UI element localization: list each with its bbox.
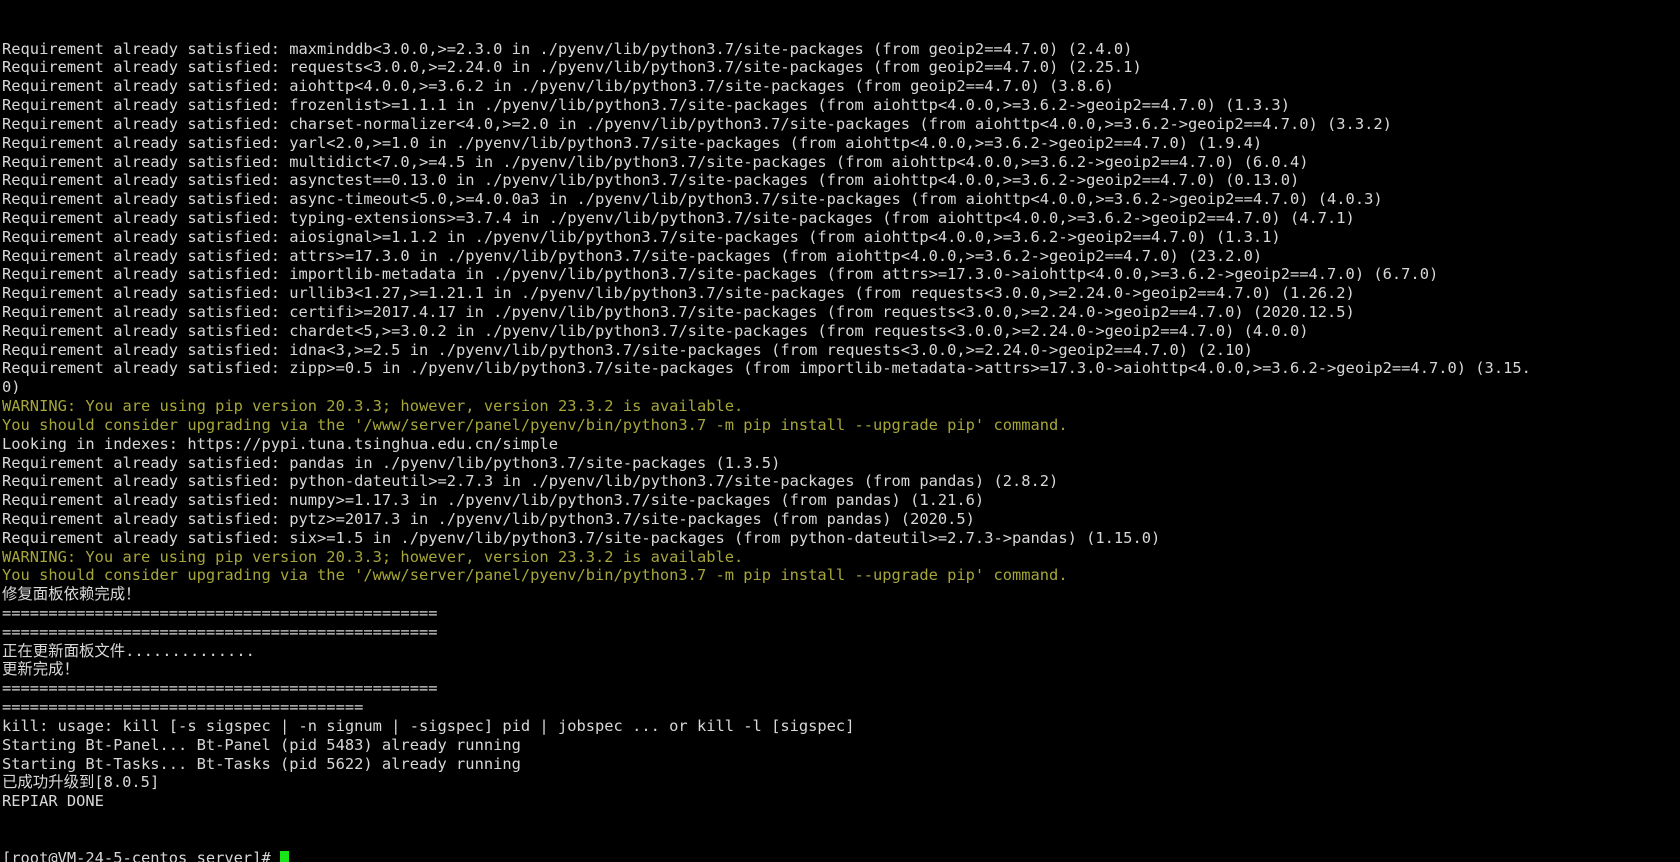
terminal-line: Requirement already satisfied: certifi>=… [2,303,1355,321]
terminal-line: Requirement already satisfied: six>=1.5 … [2,528,1161,547]
terminal-line: kill: usage: kill [-s sigspec | -n signu… [2,716,855,735]
terminal-line: Requirement already satisfied: importlib… [2,265,1439,284]
terminal-line: Looking in indexes: https://pypi.tuna.ts… [2,434,558,453]
terminal-line: Requirement already satisfied: attrs>=17… [2,246,1263,265]
terminal-screen[interactable]: Requirement already satisfied: maxminddb… [0,0,1680,862]
terminal-line: ========================================… [2,604,438,622]
terminal-line: 已成功升级到[8.0.5] [2,773,160,792]
terminal-line: WARNING: You are using pip version 20.3.… [2,547,744,566]
terminal-line: Requirement already satisfied: typing-ex… [2,208,1355,227]
terminal-line: Requirement already satisfied: aiohttp<4… [2,77,1114,96]
terminal-line: ========================================… [2,679,438,698]
terminal-prompt-line: [root@VM-24-5-centos server]# [2,849,1680,862]
terminal-line: Requirement already satisfied: pandas in… [2,453,781,472]
terminal-line: ======================================= [2,698,364,717]
terminal-line: You should consider upgrading via the '/… [2,415,1068,434]
shell-prompt: [root@VM-24-5-centos server]# [2,848,271,862]
terminal-line: 更新完成！ [2,660,79,679]
terminal-line: Requirement already satisfied: maxminddb… [2,39,1133,58]
terminal-line: Requirement already satisfied: frozenlis… [2,96,1290,115]
terminal-line: Requirement already satisfied: python-da… [2,472,1059,491]
terminal-line: Requirement already satisfied: requests<… [2,58,1142,77]
terminal-line: Requirement already satisfied: multidict… [2,152,1309,171]
terminal-line: Requirement already satisfied: charset-n… [2,114,1392,133]
terminal-line: Requirement already satisfied: pytz>=201… [2,509,975,528]
terminal-line: Requirement already satisfied: idna<3,>=… [2,340,1253,359]
terminal-line: 正在更新面板文件.............. [2,641,255,660]
terminal-line: Requirement already satisfied: yarl<2.0,… [2,133,1263,152]
terminal-line: Requirement already satisfied: async-tim… [2,190,1383,209]
terminal-line: Requirement already satisfied: numpy>=1.… [2,491,985,510]
terminal-line: REPIAR DONE [2,792,104,811]
terminal-line: Starting Bt-Tasks... Bt-Tasks (pid 5622)… [2,754,521,773]
terminal-line: WARNING: You are using pip version 20.3.… [2,397,744,416]
terminal-line: 修复面板依赖完成！ [2,585,141,604]
terminal-line: Requirement already satisfied: urllib3<1… [2,284,1355,303]
terminal-line: Starting Bt-Panel... Bt-Panel (pid 5483)… [2,735,521,754]
terminal-line: 0) [2,378,21,397]
terminal-line: ========================================… [2,622,438,641]
terminal-line: Requirement already satisfied: zipp>=0.5… [2,359,1531,378]
terminal-line: Requirement already satisfied: chardet<5… [2,321,1309,340]
terminal-output: Requirement already satisfied: maxminddb… [2,40,1680,811]
text-cursor[interactable] [280,850,289,862]
terminal-line: Requirement already satisfied: aiosignal… [2,227,1281,246]
terminal-line: You should consider upgrading via the '/… [2,566,1068,585]
terminal-line: Requirement already satisfied: asynctest… [2,171,1300,190]
